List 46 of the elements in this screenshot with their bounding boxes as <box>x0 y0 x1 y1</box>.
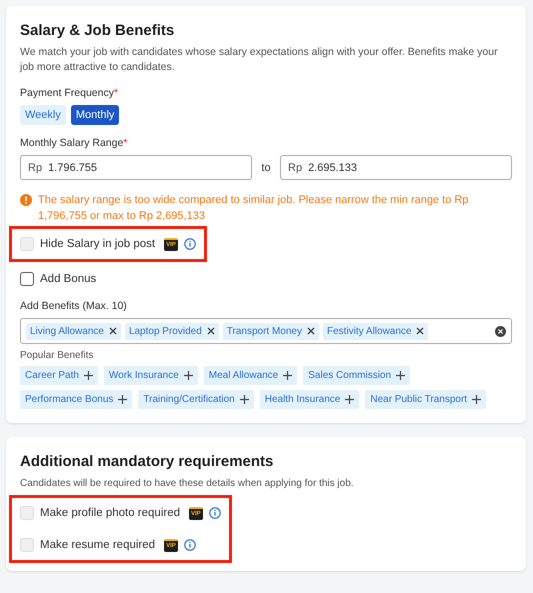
add-icon[interactable] <box>184 371 193 380</box>
add-icon[interactable] <box>118 395 128 404</box>
checkbox-label: Make resume required <box>40 539 156 551</box>
remove-icon[interactable] <box>416 327 424 335</box>
benefit-tag[interactable]: Transport Money <box>222 322 319 340</box>
add-icon[interactable] <box>240 395 249 404</box>
checkbox[interactable] <box>20 272 34 286</box>
field-label: Add Benefits (Max. 10) <box>20 300 128 312</box>
remove-icon[interactable] <box>206 327 215 335</box>
max-salary-field[interactable]: Rp 2.695.133 <box>280 155 512 180</box>
add-icon[interactable] <box>345 395 354 404</box>
checkbox-label: Hide Salary in job post <box>40 238 156 250</box>
benefit-suggestion[interactable]: Sales Commission <box>303 366 410 385</box>
field-label: Monthly Salary Range* <box>20 137 128 149</box>
add-icon[interactable] <box>283 371 292 380</box>
section-description: We match your job with candidates whose salary expectations align with your offer. Benefits make your job more attractive to candidates. <box>20 45 499 75</box>
frequency-toggle[interactable]: Monthly <box>70 105 120 125</box>
benefits-field[interactable]: Living Allowance Laptop Provided Transport Money Festivity Allowance <box>20 318 512 344</box>
field-label: Payment Frequency* <box>20 87 120 99</box>
checkbox-label: Add Bonus <box>40 273 96 285</box>
benefit-suggestion[interactable]: Work Insurance <box>104 366 198 385</box>
checkbox-label: Make profile photo required <box>40 507 180 519</box>
add-icon[interactable] <box>472 395 482 404</box>
benefit-suggestion[interactable]: Performance Bonus <box>20 390 132 409</box>
section-title: Salary & Job Benefits <box>20 22 176 39</box>
benefit-suggestion[interactable]: Near Public Transport <box>365 390 486 409</box>
field-label: Popular Benefits <box>20 350 94 361</box>
range-separator: to <box>260 162 272 174</box>
add-icon[interactable] <box>396 371 406 380</box>
benefit-suggestion[interactable]: Health Insurance <box>260 390 360 409</box>
remove-icon[interactable] <box>307 327 315 335</box>
warning-message: The salary range is too wide compared to similar job. Please narrow the min range to Rp 1,796,755 or max to Rp 2,695,133 <box>38 193 470 224</box>
add-icon[interactable] <box>84 371 93 380</box>
clear-icon[interactable] <box>495 326 506 336</box>
benefit-suggestion[interactable]: Career Path <box>20 366 98 385</box>
benefit-suggestion[interactable]: Meal Allowance <box>204 366 298 385</box>
section-description: Candidates will be required to have these details when applying for this job. <box>20 477 355 491</box>
remove-icon[interactable] <box>108 327 117 335</box>
frequency-toggle[interactable]: Weekly <box>20 105 66 125</box>
benefit-suggestion[interactable]: Training/Certification <box>138 390 254 409</box>
warning-icon <box>20 194 32 206</box>
section-title: Additional mandatory requirements <box>20 453 274 470</box>
benefit-tag[interactable]: Laptop Provided <box>124 322 219 340</box>
benefit-tag[interactable]: Living Allowance <box>26 322 121 340</box>
benefit-tag[interactable]: Festivity Allowance <box>323 322 428 340</box>
min-salary-field[interactable]: Rp 1.796.755 <box>20 155 252 180</box>
